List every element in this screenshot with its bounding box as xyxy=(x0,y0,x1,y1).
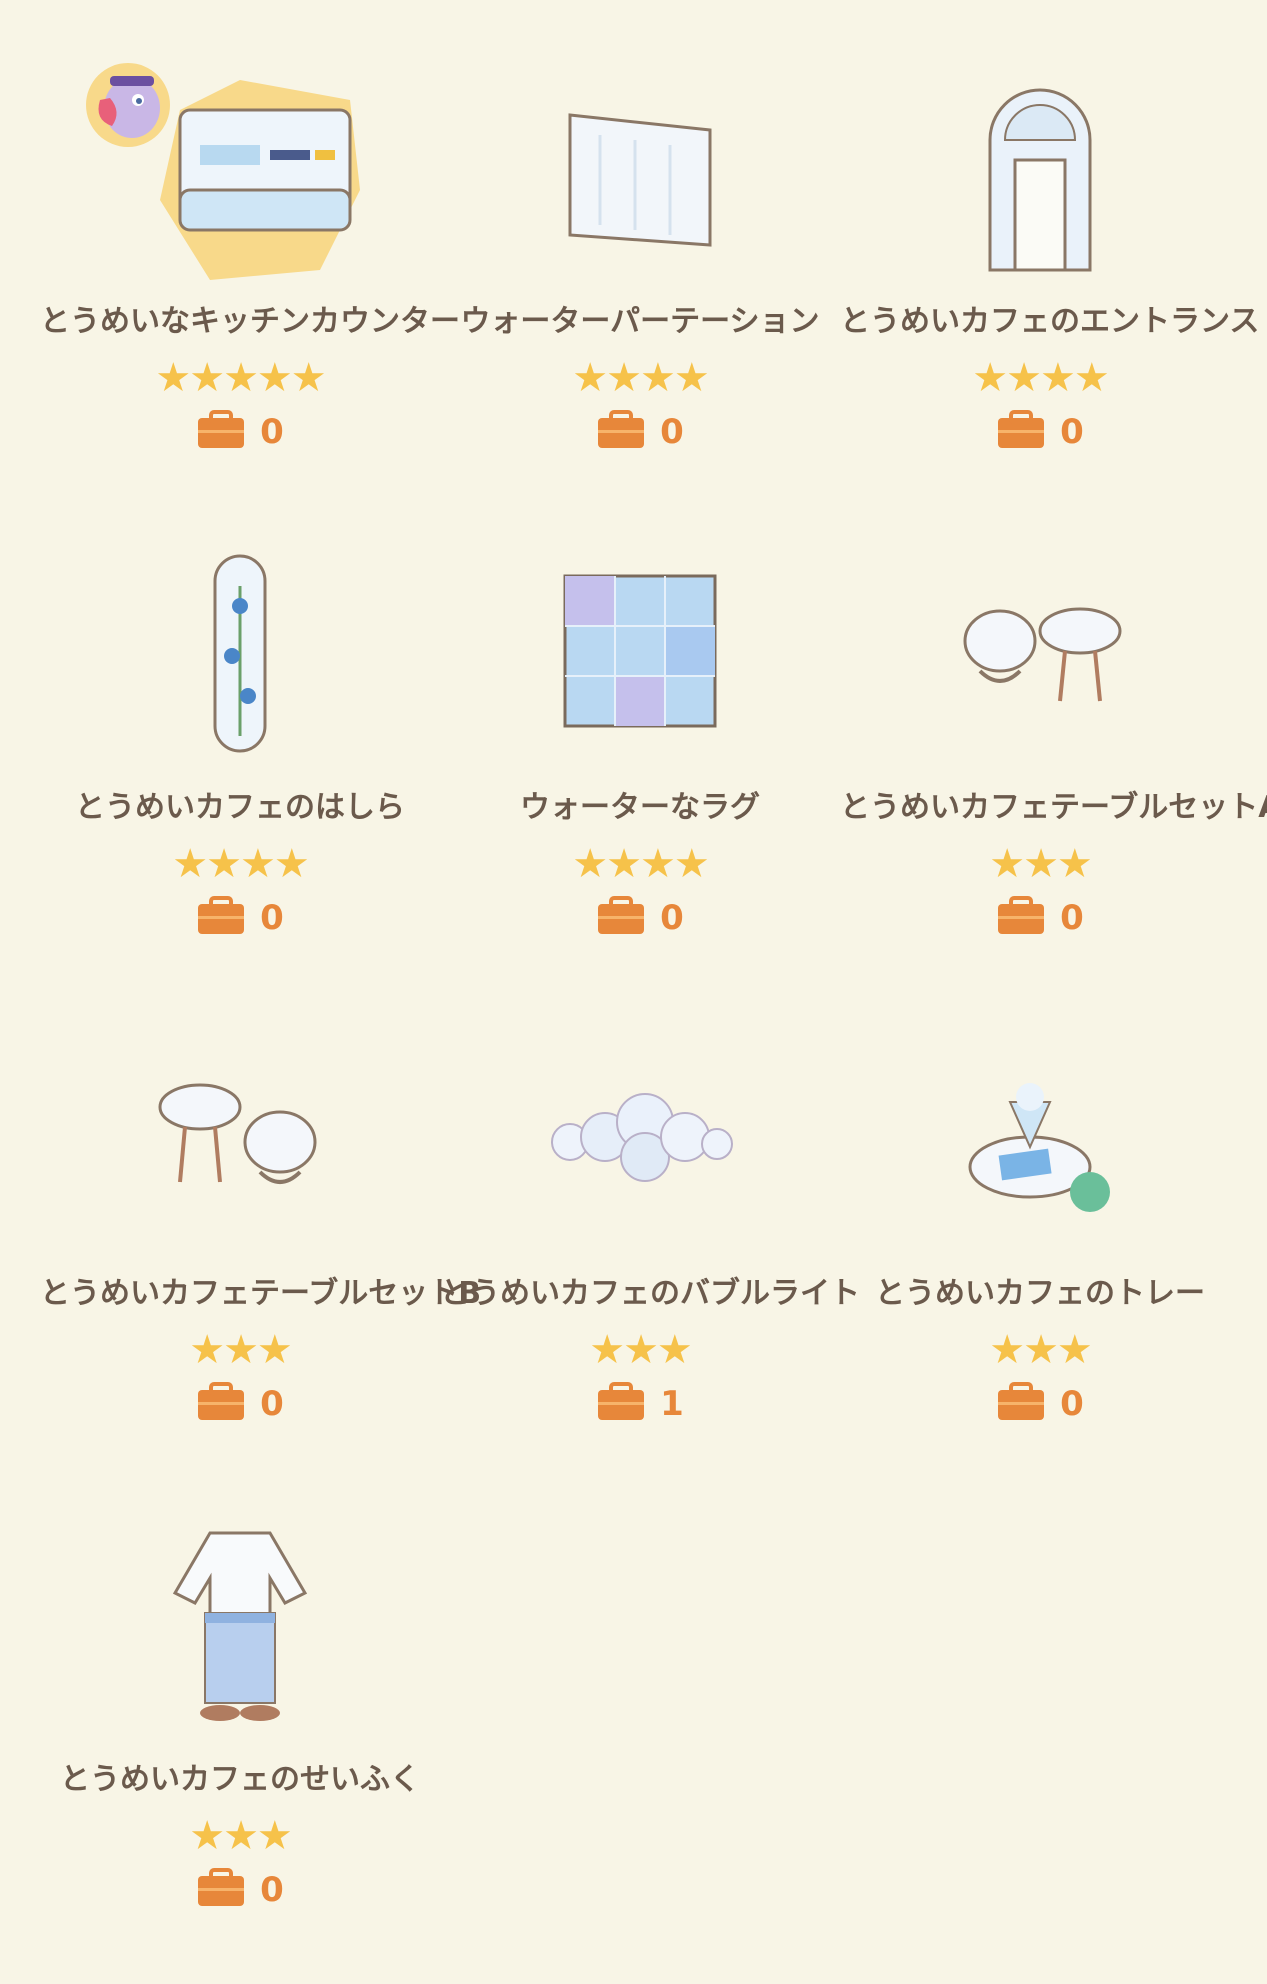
count-value: 0 xyxy=(660,412,684,452)
item-name: ウォーターなラグ xyxy=(520,790,760,825)
star-rating: ★★★ xyxy=(189,1813,293,1859)
star-rating: ★★★★ xyxy=(972,355,1109,401)
item-card[interactable]: とうめいカフェテーブルセットB ★★★ 0 xyxy=(40,1012,482,1498)
item-card[interactable]: とうめいカフェのバブルライト ★★★ 1 xyxy=(440,1012,860,1498)
count-value: 0 xyxy=(1060,412,1084,452)
star-rating: ★★★★ xyxy=(572,841,709,887)
cafe-uniform-icon xyxy=(110,1498,370,1748)
water-rug-icon xyxy=(510,526,770,776)
star-rating: ★★★ xyxy=(189,1327,293,1373)
item-name: とうめいカフェのバブルライト xyxy=(440,1276,860,1311)
star-rating: ★★★ xyxy=(989,1327,1093,1373)
bag-icon xyxy=(596,410,646,454)
cafe-tray-icon xyxy=(910,1012,1170,1262)
item-card[interactable]: とうめいなキッチンカウンター ★★★★★ 0 xyxy=(40,40,460,526)
count-value: 0 xyxy=(260,898,284,938)
item-name: とうめいカフェのエントランス xyxy=(840,304,1260,339)
count-value: 0 xyxy=(1060,1384,1084,1424)
star-rating: ★★★ xyxy=(589,1327,693,1373)
item-name: ウォーターパーテーション xyxy=(460,304,820,339)
water-partition-icon xyxy=(510,40,770,290)
owned-count: 0 xyxy=(40,1382,440,1426)
count-value: 0 xyxy=(260,1870,284,1910)
owned-count: 0 xyxy=(40,896,440,940)
owned-count: 1 xyxy=(440,1382,840,1426)
owned-count: 0 xyxy=(840,1382,1240,1426)
bag-icon xyxy=(996,896,1046,940)
bag-icon xyxy=(196,1868,246,1912)
owned-count: 0 xyxy=(840,896,1240,940)
item-name: とうめいカフェテーブルセットA xyxy=(840,790,1267,825)
item-card[interactable]: とうめいカフェテーブルセットA ★★★ 0 xyxy=(840,526,1267,1012)
item-name: とうめいなキッチンカウンター xyxy=(40,304,460,339)
bag-icon xyxy=(596,1382,646,1426)
item-card[interactable]: ウォーターパーテーション ★★★★ 0 xyxy=(440,40,840,526)
table-set-a-icon xyxy=(910,526,1170,776)
count-value: 0 xyxy=(260,412,284,452)
bag-icon xyxy=(996,1382,1046,1426)
star-rating: ★★★★★ xyxy=(155,355,326,401)
item-card[interactable]: ウォーターなラグ ★★★★ 0 xyxy=(440,526,840,1012)
item-name: とうめいカフェのトレー xyxy=(875,1276,1205,1311)
star-rating: ★★★ xyxy=(989,841,1093,887)
bag-icon xyxy=(196,410,246,454)
count-value: 0 xyxy=(660,898,684,938)
count-value: 0 xyxy=(260,1384,284,1424)
bubble-light-icon xyxy=(510,1012,770,1262)
item-card[interactable]: とうめいカフェのトレー ★★★ 0 xyxy=(840,1012,1240,1498)
bag-icon xyxy=(596,896,646,940)
owned-count: 0 xyxy=(40,410,440,454)
cafe-entrance-icon xyxy=(910,40,1170,290)
owned-count: 0 xyxy=(840,410,1240,454)
item-name: とうめいカフェのせいふく xyxy=(60,1762,420,1797)
bag-icon xyxy=(196,896,246,940)
item-grid: とうめいなキッチンカウンター ★★★★★ 0 ウォーターパーテーション ★★★★… xyxy=(40,40,1267,1984)
table-set-b-icon xyxy=(110,1012,370,1262)
owned-count: 0 xyxy=(440,410,840,454)
item-card[interactable]: とうめいカフェのはしら ★★★★ 0 xyxy=(40,526,440,1012)
star-rating: ★★★★ xyxy=(572,355,709,401)
bag-icon xyxy=(996,410,1046,454)
owned-count: 0 xyxy=(40,1868,440,1912)
bag-icon xyxy=(196,1382,246,1426)
item-card[interactable]: とうめいカフェのせいふく ★★★ 0 xyxy=(40,1498,440,1984)
character-avatar-icon xyxy=(80,60,176,154)
star-rating: ★★★★ xyxy=(172,841,309,887)
count-value: 0 xyxy=(1060,898,1084,938)
item-name: とうめいカフェのはしら xyxy=(75,790,405,825)
count-value: 1 xyxy=(660,1384,684,1424)
cafe-pillar-icon xyxy=(110,526,370,776)
owned-count: 0 xyxy=(440,896,840,940)
item-name: とうめいカフェテーブルセットB xyxy=(40,1276,482,1311)
item-card[interactable]: とうめいカフェのエントランス ★★★★ 0 xyxy=(840,40,1260,526)
